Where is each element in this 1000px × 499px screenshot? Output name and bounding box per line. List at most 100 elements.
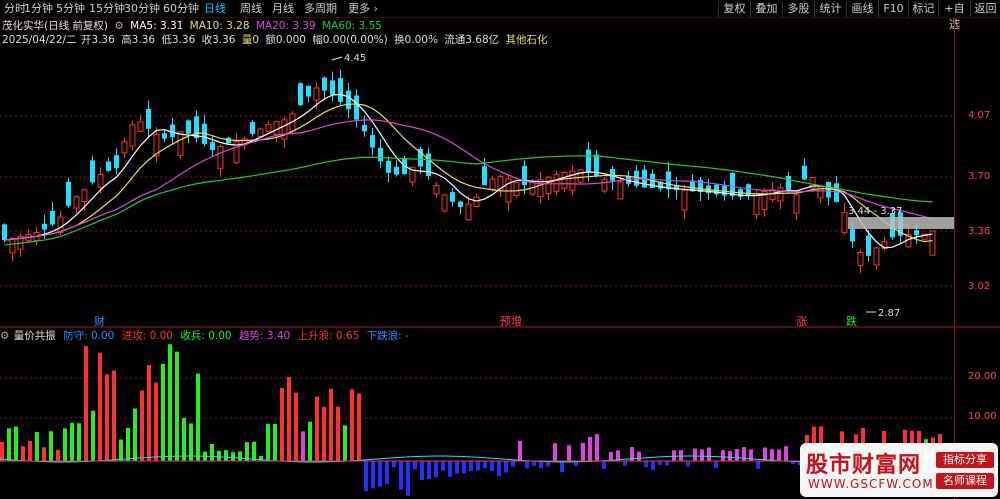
period-tab-10[interactable]: 更多 › [348, 1, 378, 17]
period-tab-9[interactable]: 多周期 [304, 1, 337, 17]
indicator-bar-103 [721, 450, 725, 461]
period-tab-1[interactable]: 1分钟 [24, 1, 53, 17]
tool-button-0[interactable]: 复权 [718, 1, 750, 17]
indicator-bar-43 [301, 431, 305, 461]
candle-body-44 [354, 95, 359, 120]
indicator-retreat: 收兵: 0.00 [180, 330, 232, 342]
candle-body-85 [681, 190, 688, 211]
indicator-bar-110 [770, 449, 774, 461]
indicator-gear-icon[interactable]: ⚙ [0, 330, 9, 342]
indicator-bar-91 [637, 451, 641, 461]
indicator-bar-100 [700, 449, 704, 461]
indicator-bar-56 [392, 461, 396, 468]
indicator-bar-22 [154, 382, 158, 461]
indicator-bar-20 [140, 390, 144, 461]
period-tab-3[interactable]: 15分钟 [89, 1, 125, 17]
indicator-bar-54 [378, 461, 382, 487]
candle-body-109 [873, 247, 880, 266]
indicator-bar-59 [413, 461, 417, 470]
period-tab-8[interactable]: 月线 [272, 1, 294, 17]
candle-body-8 [66, 181, 71, 206]
event-marker-3: 跌 [846, 314, 857, 328]
period-tab-0[interactable]: 分时 [4, 1, 26, 17]
candle-body-46 [370, 135, 375, 148]
period-tab-2[interactable]: 5分钟 [56, 1, 85, 17]
indicator-bar-92 [644, 461, 648, 467]
indicator-bar-73 [511, 461, 515, 467]
indicator-bar-51 [357, 393, 361, 461]
candle-body-114 [914, 230, 919, 236]
period-tab-7[interactable]: 周线 [240, 1, 262, 17]
candle-body-73 [586, 149, 591, 173]
price-tick-3: 3.36 [968, 226, 991, 237]
candle-body-42 [338, 78, 343, 102]
candle-body-32 [257, 128, 264, 137]
candle-body-57 [458, 201, 463, 207]
indicator-bar-96 [672, 450, 676, 461]
candle-body-106 [850, 229, 855, 242]
candle-body-70 [561, 171, 568, 189]
indicator-bar-10 [70, 422, 74, 461]
candle-body-35 [281, 119, 288, 140]
indicator-bar-17 [119, 439, 123, 461]
indicator-bar-69 [483, 461, 487, 469]
tool-button-7[interactable]: +自选 [938, 1, 970, 31]
candle-body-27 [217, 146, 224, 169]
candle-body-94 [753, 193, 760, 215]
tool-button-3[interactable]: 统计 [814, 1, 846, 17]
candle-body-21 [170, 124, 175, 138]
indicator-bar-11 [77, 423, 81, 461]
candle-body-18 [146, 108, 151, 129]
tool-button-6[interactable]: 标记 [908, 1, 938, 17]
indicator-bar-77 [539, 461, 543, 469]
indicator-bar-64 [448, 461, 452, 477]
indicator-bar-33 [231, 452, 235, 461]
candle-body-11 [90, 160, 95, 183]
indicator-bar-74 [518, 440, 522, 461]
indicator-bar-53 [371, 461, 375, 489]
indicator-bar-9 [63, 428, 67, 461]
candle-body-9 [73, 196, 80, 209]
period-tab-5[interactable]: 60分钟 [163, 1, 199, 17]
range-label: 3.44 - 3.37 [848, 206, 903, 217]
candle-body-97 [777, 187, 784, 202]
indicator-bar-67 [469, 461, 473, 471]
candle-body-54 [433, 185, 440, 195]
candle-body-72 [577, 169, 584, 183]
tool-button-2[interactable]: 多股 [782, 1, 814, 17]
candle-body-105 [841, 211, 848, 234]
period-tab-6[interactable]: 日线 [204, 1, 226, 17]
indicator-bar-42 [294, 392, 298, 461]
indicator-bar-48 [336, 406, 340, 461]
indicator-trend: 趋势: 3.40 [238, 330, 291, 342]
candle-body-77 [617, 181, 624, 200]
candle-body-41 [330, 80, 335, 95]
candle-body-69 [553, 174, 560, 192]
indicator-bar-1 [7, 428, 11, 461]
indicator-bar-24 [168, 344, 172, 461]
indicator-bar-66 [462, 461, 466, 474]
indicator-bar-87 [609, 451, 613, 461]
indicator-bar-0 [0, 441, 4, 461]
indicator-tick-2: 10.00 [968, 411, 997, 422]
tool-button-4[interactable]: 画线 [846, 1, 878, 17]
indicator-bar-101 [707, 447, 711, 461]
tool-button-1[interactable]: 叠加 [750, 1, 782, 17]
indicator-bar-93 [651, 461, 655, 470]
candle-body-59 [473, 196, 480, 207]
range-highlight [848, 217, 954, 229]
kline-chart[interactable]: 4.45 2.87 3.44 - 3.37 财 预增 涨 跌 [0, 18, 1000, 499]
candle-body-65 [522, 166, 527, 185]
tool-button-5[interactable]: F10 [878, 1, 908, 17]
candle-body-40 [322, 77, 327, 91]
indicator-name[interactable]: 量价共振 [14, 330, 56, 342]
site-watermark: 股市财富网 WWW.GSCFW.COM 指标分享 名师课程 [800, 443, 998, 497]
watermark-tag-share: 指标分享 [936, 452, 994, 468]
period-tab-4[interactable]: 30分钟 [124, 1, 160, 17]
indicator-bar-6 [42, 447, 46, 461]
candle-body-20 [162, 133, 167, 139]
low-label: 2.87 [878, 308, 900, 319]
indicator-bar-44 [308, 421, 312, 461]
indicator-bar-32 [224, 450, 228, 461]
tool-button-8[interactable]: 返回 [970, 1, 1000, 17]
